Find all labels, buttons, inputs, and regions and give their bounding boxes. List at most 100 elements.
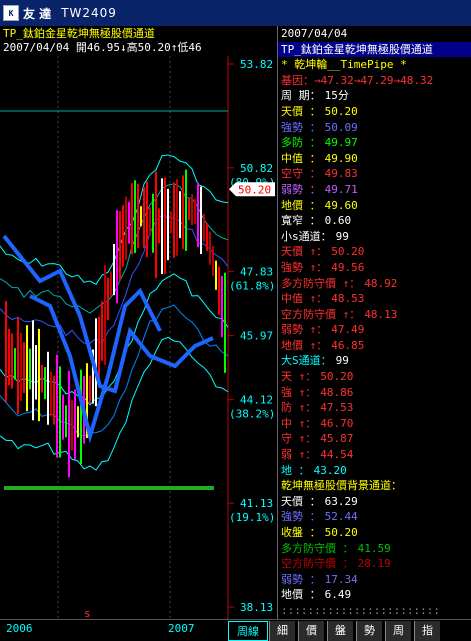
info-label: 地價 ：: [281, 198, 321, 212]
info-label: 中值 ↑：: [281, 292, 328, 306]
info-label: 弱 ↑：: [281, 448, 317, 462]
info-label: 多方防守價 ↑：: [281, 276, 361, 290]
info-row: 弱勢 ： 17.34: [278, 572, 471, 588]
info-value: 99: [335, 229, 349, 243]
info-value: 50.20: [331, 245, 365, 259]
info-label: 天 ↑：: [281, 370, 317, 384]
axis-price-label: 38.13: [240, 601, 273, 614]
info-label: 強勢 ：: [281, 510, 321, 524]
info-value: 46.70: [320, 416, 354, 430]
info-value: 28.19: [357, 557, 391, 571]
info-value: 52.44: [324, 510, 358, 524]
info-label: ::::::::::::::::::::::::: [281, 603, 440, 617]
info-label: 空守 ：: [281, 167, 321, 181]
info-label: 強勢 ↑：: [281, 260, 328, 274]
info-row: 多防 ： 49.97: [278, 135, 471, 151]
price-chart[interactable]: s 53.8250.82(80.9%)47.83(61.8%)45.9744.1…: [0, 56, 277, 619]
bottom-bar: 2006 2007 周線細價盤勢周指: [0, 619, 471, 641]
tab-period-5[interactable]: 周: [385, 621, 411, 641]
axis-price-label: 44.12: [240, 394, 273, 407]
tab-period-1[interactable]: 細: [269, 621, 295, 641]
info-value: 48.53: [331, 292, 365, 306]
info-row: 地價 ： 49.60: [278, 198, 471, 214]
info-value: 49.90: [324, 151, 358, 165]
info-row: 乾坤無極股價背景通道：: [278, 478, 471, 494]
info-label: 空方防守價 ↑：: [281, 307, 361, 321]
info-label: 基因：→47.32→47.29→48.32: [281, 73, 434, 87]
stock-code: TW2409: [61, 6, 117, 20]
info-value: 17.34: [324, 572, 358, 586]
info-value: 48.86: [320, 385, 354, 399]
info-value: 46.85: [331, 338, 365, 352]
info-row: * 乾坤輪__TimePipe *: [278, 57, 471, 73]
info-value: 50.20: [320, 370, 354, 384]
axis-pct-label: (19.1%): [229, 511, 275, 524]
info-value: 47.53: [320, 401, 354, 415]
info-label: 弱勢 ↑：: [281, 323, 328, 337]
info-row: 天價 ： 63.29: [278, 494, 471, 510]
axis-price-label: 47.83: [240, 265, 273, 278]
axis-pct-label: (38.2%): [229, 408, 275, 421]
info-label: 地價 ：: [281, 588, 321, 602]
info-row: 中值 ↑： 48.53: [278, 291, 471, 307]
tab-period-4[interactable]: 勢: [356, 621, 382, 641]
info-value: 45.87: [320, 432, 354, 446]
info-row: ::::::::::::::::::::::::: [278, 603, 471, 619]
info-label: 乾坤無極股價背景通道：: [281, 479, 402, 493]
chart-app-icon[interactable]: K: [3, 5, 19, 21]
info-row: 天 ↑： 50.20: [278, 369, 471, 385]
info-row: 弱 ↑： 44.54: [278, 447, 471, 463]
info-label: 空方防守價 ：: [281, 557, 354, 571]
info-label: 大S通道：: [281, 354, 332, 368]
title-bar: K 友 達 TW2409: [0, 0, 471, 26]
info-label: 2007/04/04: [281, 27, 348, 40]
tab-weekly[interactable]: 周線: [228, 621, 268, 641]
info-value: 63.29: [324, 494, 358, 508]
info-row: TP_鈦鉑金星乾坤無極股價通道: [278, 41, 471, 58]
info-label: 弱勢 ：: [281, 182, 321, 196]
info-value: 49.97: [324, 136, 358, 150]
info-row: 地價 ： 6.49: [278, 587, 471, 603]
info-label: 小s通道：: [281, 229, 332, 243]
info-value: 0.60: [324, 214, 352, 228]
info-row: 防 ↑： 47.53: [278, 400, 471, 416]
info-row: 天價 ↑： 50.20: [278, 244, 471, 260]
info-label: 中值 ：: [281, 151, 321, 165]
info-value: 41.59: [357, 541, 391, 555]
info-label: 收盤 ：: [281, 526, 321, 539]
axis-pct-label: (61.8%): [229, 279, 275, 292]
info-row: 強勢 ： 50.09: [278, 120, 471, 136]
info-row: 天價 ： 50.20: [278, 104, 471, 120]
info-row: 空方防守價 ↑： 48.13: [278, 307, 471, 323]
info-label: 防 ↑：: [281, 401, 317, 415]
info-row: 地價 ↑： 46.85: [278, 338, 471, 354]
info-label: TP_鈦鉑金星乾坤無極股價通道: [281, 42, 433, 56]
info-label: 地價 ↑：: [281, 338, 328, 352]
info-label: 天價 ：: [281, 104, 321, 118]
info-label: 強勢 ：: [281, 120, 321, 134]
info-row: 守 ↑： 45.87: [278, 431, 471, 447]
info-label: * 乾坤輪__TimePipe *: [281, 58, 407, 72]
info-label: 周 期：: [281, 89, 321, 103]
info-row: 弱勢 ： 49.71: [278, 182, 471, 198]
indicator-title: TP_鈦鉑金星乾坤無極股價通道: [3, 27, 155, 40]
stock-name: 友 達: [23, 6, 52, 21]
info-label: 多方防守價 ：: [281, 541, 354, 555]
info-row: 中 ↑： 46.70: [278, 416, 471, 432]
info-row: 強勢 ： 52.44: [278, 509, 471, 525]
axis-price-label: 50.82: [240, 162, 273, 175]
info-label: 中 ↑：: [281, 416, 317, 430]
info-value: 50.20: [324, 104, 358, 118]
tab-period-3[interactable]: 盤: [327, 621, 353, 641]
info-row: 2007/04/04: [278, 26, 471, 42]
tab-period-2[interactable]: 價: [298, 621, 324, 641]
ohlc-readout: 2007/04/04 開46.95↓高50.20↑低46: [3, 41, 202, 54]
axis-price-label: 41.13: [240, 497, 273, 510]
info-value: 44.54: [320, 448, 354, 462]
info-row: 小s通道： 99: [278, 229, 471, 245]
info-value: 48.92: [364, 276, 398, 290]
tab-period-6[interactable]: 指: [414, 621, 440, 641]
info-value: 47.49: [331, 323, 365, 337]
info-rows: 2007/04/04 TP_鈦鉑金星乾坤無極股價通道 * 乾坤輪__TimePip…: [278, 26, 471, 619]
info-row: 地 ： 43.20: [278, 463, 471, 479]
